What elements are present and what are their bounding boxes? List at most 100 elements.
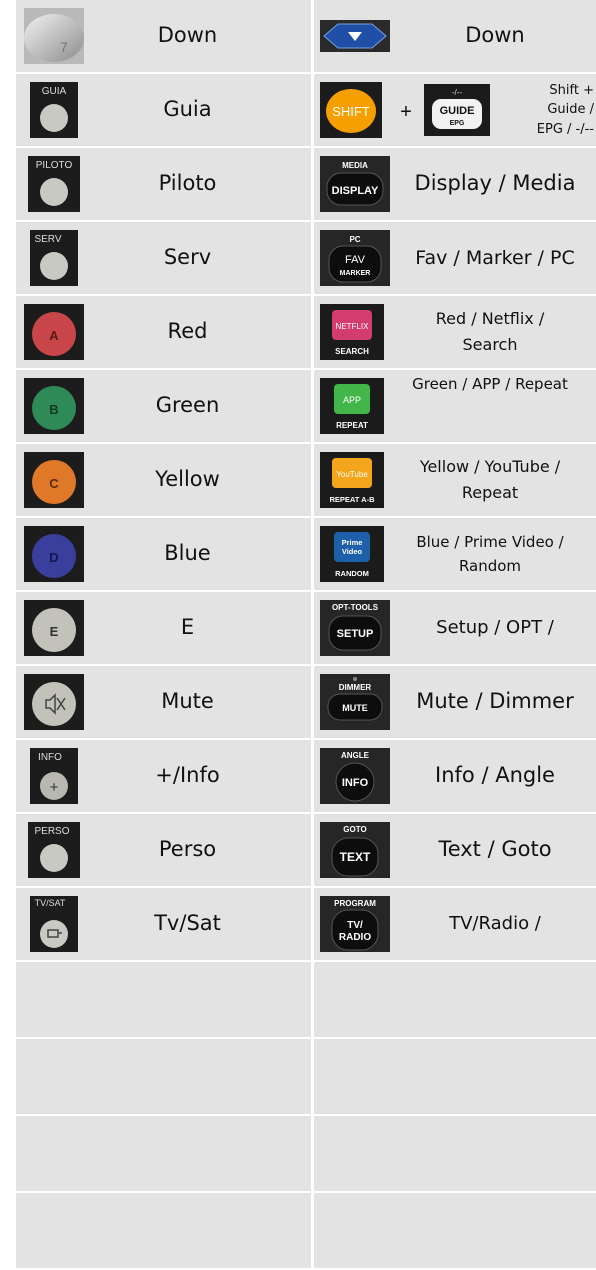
grey-e-button-icon: E	[24, 600, 84, 656]
perso-button-icon: PERSO	[24, 822, 84, 878]
function-label: Blue / Prime Video / Random	[384, 530, 596, 578]
empty-cell	[16, 962, 311, 1037]
right-cell: Down	[314, 0, 596, 72]
svg-text:TV/: TV/	[347, 920, 363, 931]
yellow-c-button-icon: C	[24, 452, 84, 508]
svg-text:+: +	[400, 101, 412, 123]
svg-text:SETUP: SETUP	[337, 628, 374, 640]
svg-text:DISPLAY: DISPLAY	[332, 185, 379, 197]
svg-text:SHIFT: SHIFT	[332, 104, 370, 119]
left-cell: PERSO Perso	[16, 814, 311, 886]
left-cell: 7 Down	[16, 0, 311, 72]
svg-text:GUIDE: GUIDE	[440, 105, 475, 117]
fav-marker-pc-button-icon: PC FAV MARKER	[320, 230, 390, 286]
svg-text:INFO: INFO	[342, 777, 369, 789]
label-line: Red / Netflix /	[435, 309, 545, 329]
table-row: PILOTO Piloto MEDIA DISPLAY Display / Me…	[16, 148, 596, 220]
svg-text:NETFLIX: NETFLIX	[336, 322, 370, 331]
right-cell: PROGRAM TV/ RADIO TV/Radio /	[314, 888, 596, 960]
table-row: E E OPT-TOOLS SETUP Setup / OPT /	[16, 592, 596, 664]
svg-text:GUIA: GUIA	[42, 86, 67, 97]
button-mapping-table: 7 Down Down GUIA Guia SHIFT + -/-- GUIDE…	[16, 0, 596, 1270]
empty-cell	[314, 1193, 596, 1268]
right-cell: GOTO TEXT Text / Goto	[314, 814, 596, 886]
svg-text:B: B	[49, 402, 58, 417]
function-label: Green	[155, 393, 220, 418]
svg-text:MEDIA: MEDIA	[342, 161, 368, 170]
left-cell: D Blue	[16, 518, 311, 590]
table-row: Mute DIMMER MUTE Mute / Dimmer	[16, 666, 596, 738]
svg-text:PILOTO: PILOTO	[36, 160, 73, 171]
table-row	[16, 1039, 596, 1114]
function-label: Tv/Sat	[154, 911, 221, 936]
svg-text:GOTO: GOTO	[343, 825, 366, 834]
svg-text:PERSO: PERSO	[34, 826, 69, 837]
tv-sat-button-icon: TV/SAT	[24, 896, 84, 952]
right-cell: MEDIA DISPLAY Display / Media	[314, 148, 596, 220]
function-label: Setup / OPT /	[436, 617, 554, 639]
right-cell: Prime Video RANDOM Blue / Prime Video / …	[314, 518, 596, 590]
label-line: Search	[462, 335, 518, 354]
label-line: Yellow / YouTube /	[419, 457, 561, 477]
mute-button-icon	[24, 674, 84, 730]
svg-text:TEXT: TEXT	[340, 850, 371, 864]
left-cell: TV/SAT Tv/Sat	[16, 888, 311, 960]
left-cell: B Green	[16, 370, 311, 442]
svg-text:7: 7	[60, 39, 68, 55]
svg-text:+: +	[50, 779, 59, 796]
svg-text:DIMMER: DIMMER	[339, 683, 372, 692]
function-label: Blue	[164, 541, 211, 566]
left-cell: INFO + +/Info	[16, 740, 311, 812]
right-cell: SHIFT + -/-- GUIDE EPG Shift + Guide / E…	[314, 74, 596, 146]
table-row: TV/SAT Tv/Sat PROGRAM TV/ RADIO TV/Radio…	[16, 888, 596, 960]
left-cell: E E	[16, 592, 311, 664]
svg-text:OPT-TOOLS: OPT-TOOLS	[332, 603, 379, 612]
right-cell: OPT-TOOLS SETUP Setup / OPT /	[314, 592, 596, 664]
netflix-search-button-icon: NETFLIX SEARCH	[320, 304, 384, 360]
empty-cell	[314, 962, 596, 1037]
table-row: PERSO Perso GOTO TEXT Text / Goto	[16, 814, 596, 886]
svg-text:APP: APP	[343, 395, 361, 405]
svg-text:SEARCH: SEARCH	[335, 347, 369, 356]
youtube-repeat-ab-button-icon: YouTube REPEAT A-B	[320, 452, 384, 508]
function-label: Down	[157, 23, 218, 48]
right-cell: PC FAV MARKER Fav / Marker / PC	[314, 222, 596, 294]
function-label: Guia	[163, 97, 212, 122]
left-cell: C Yellow	[16, 444, 311, 516]
red-a-button-icon: A	[24, 304, 84, 360]
svg-text:RANDOM: RANDOM	[335, 569, 369, 578]
function-label: Red / Netflix / Search	[384, 306, 596, 357]
svg-text:RADIO: RADIO	[339, 932, 371, 943]
table-row: 7 Down Down	[16, 0, 596, 72]
function-label: Fav / Marker / PC	[415, 246, 575, 269]
function-label: Perso	[158, 837, 217, 862]
svg-text:-/--: -/--	[452, 88, 463, 97]
function-label: Down	[465, 23, 525, 48]
function-label: +/Info	[155, 763, 220, 788]
function-label: Yellow	[155, 467, 220, 492]
function-label: Yellow / YouTube / Repeat	[384, 454, 596, 505]
function-label: Info / Angle	[435, 763, 555, 788]
svg-text:Prime: Prime	[342, 538, 363, 547]
function-label: Mute / Dimmer	[416, 689, 574, 714]
right-cell: APP REPEAT Green / APP / Repeat	[314, 370, 596, 442]
svg-text:INFO: INFO	[38, 752, 62, 763]
svg-text:TV/SAT: TV/SAT	[35, 898, 66, 908]
label-line: Random	[458, 557, 522, 575]
empty-cell	[314, 1116, 596, 1191]
svg-text:REPEAT A-B: REPEAT A-B	[330, 495, 376, 504]
empty-cell	[16, 1039, 311, 1114]
label-line: EPG / -/--	[536, 121, 594, 137]
function-label: Serv	[163, 245, 212, 270]
right-cell: YouTube REPEAT A-B Yellow / YouTube / Re…	[314, 444, 596, 516]
svg-text:SERV: SERV	[34, 234, 61, 245]
svg-text:PROGRAM: PROGRAM	[334, 899, 376, 908]
blue-down-arrow-button-icon	[320, 8, 390, 64]
blue-d-button-icon: D	[24, 526, 84, 582]
function-label: Text / Goto	[438, 837, 552, 862]
piloto-button-icon: PILOTO	[24, 156, 84, 212]
left-cell: Mute	[16, 666, 311, 738]
empty-cell	[314, 1039, 596, 1114]
setup-opt-tools-button-icon: OPT-TOOLS SETUP	[320, 600, 390, 656]
table-row: GUIA Guia SHIFT + -/-- GUIDE EPG Shift +…	[16, 74, 596, 146]
